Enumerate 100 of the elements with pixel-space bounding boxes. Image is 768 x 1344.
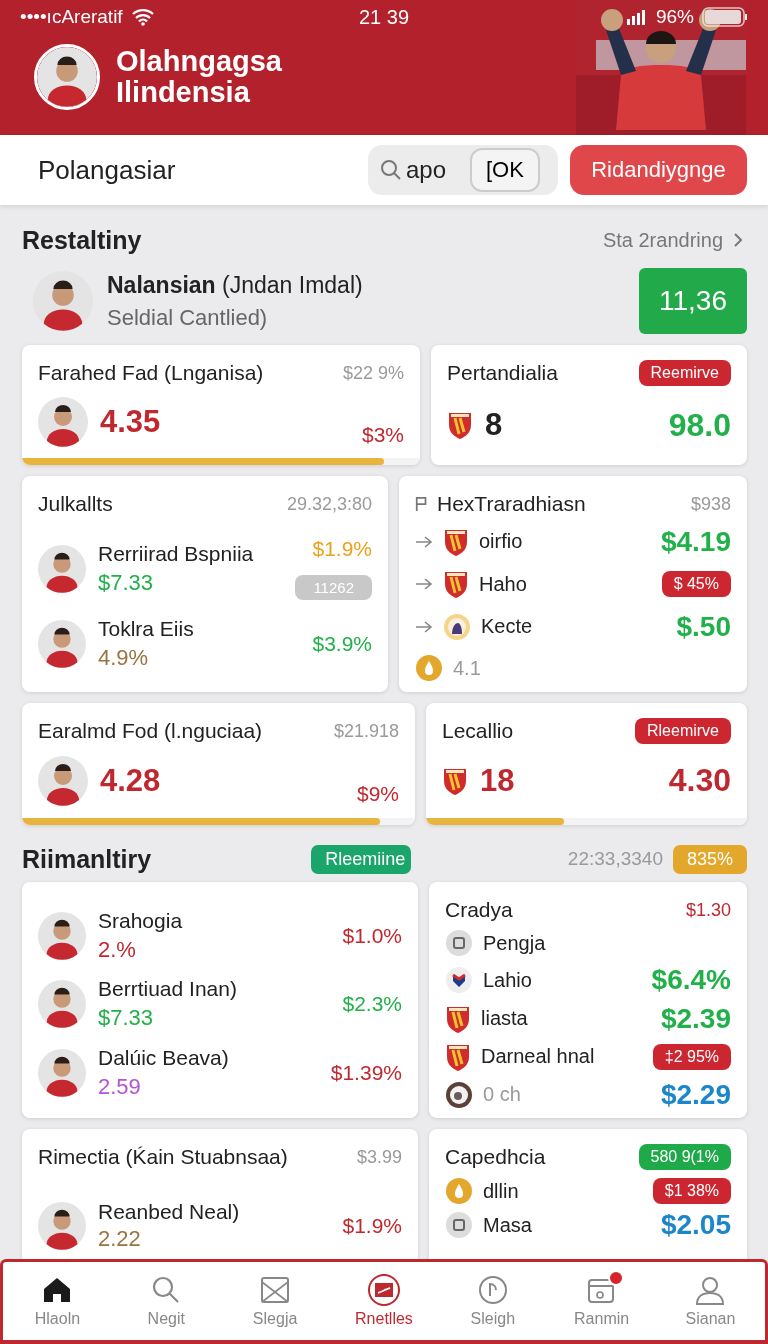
battery-percent: 96% [655,6,694,28]
status-badge: Rleemirve [635,718,731,744]
item-name: Haho [479,572,528,596]
item-value: 4.1 [453,656,482,680]
card-title: Capedhcia [445,1145,546,1169]
emblem-icon [443,612,471,641]
crest-icon [443,569,469,600]
card-meta: $22 9% [342,362,404,384]
avatar [38,911,86,960]
item-name: Lahio [483,968,533,992]
item-name: dllin [483,1179,520,1203]
change-badge: $ 45% [661,571,731,598]
change-value: $2.29 [660,1078,731,1111]
chevron-icon [733,232,743,248]
change-value: $9% [356,781,399,806]
clock-icon [476,1274,509,1306]
item-value: 2.22 [98,1226,142,1252]
coin-icon [445,1177,473,1205]
see-all-link[interactable]: Sta 2randring [602,228,743,252]
section-title: Riimanltiry [22,844,152,874]
item-name: Toklra Eiis [98,617,195,641]
item-value: 18 [480,762,516,799]
change-value: $2.3% [342,992,402,1016]
tab-item[interactable]: Sleigh [447,1274,538,1328]
tab-item[interactable]: Ranmin [556,1274,647,1328]
tab-item[interactable]: Sianan [665,1274,756,1328]
avatar [38,544,86,593]
search-icon [380,159,402,181]
arrow-icon [415,577,433,592]
coin-icon [415,654,443,683]
emblem-icon [445,1211,473,1239]
item-value: 4.35 [100,403,162,440]
card-title: Pertandialia [447,361,558,385]
avatar [38,1048,86,1097]
change-value: $2.39 [660,1003,731,1035]
card-title: Cradya [445,898,513,922]
emblem-icon [445,966,473,995]
item-value: 8 [485,407,504,443]
change-value: $.50 [676,610,731,643]
search-field[interactable]: apo [OK [368,145,558,195]
item-name: Rerriirad Bspniia [98,541,255,566]
tab-item[interactable]: Rnetlles [338,1274,429,1328]
avatar [38,620,86,668]
arrow-icon [415,619,433,634]
wifi-icon [130,8,155,26]
avatar [38,980,86,1028]
change-value: 98.0 [668,406,731,444]
card-title: Lecallio [442,719,514,743]
change-value: $6.4% [651,964,731,997]
change-value: $4.19 [660,525,731,558]
change-value: $2.05 [660,1209,731,1241]
item-name: Kecte [481,615,534,639]
avatar [38,1202,86,1250]
change-value: $1.0% [342,923,402,948]
avatar [34,44,100,110]
person-icon [694,1274,727,1306]
item-name: Masa [483,1213,533,1237]
change-value: $1.9% [312,537,372,561]
status-badge: 580 9(1% [638,1144,731,1170]
item-value: 4.28 [100,762,162,799]
change-value: $3.9% [312,632,372,656]
tab-item[interactable]: Slegja [230,1274,321,1328]
item-value: 2.% [98,936,137,963]
signal-icon [625,9,648,25]
item-name: liasta [481,1007,529,1031]
item-value: 4.9% [98,645,150,671]
toggle-button[interactable]: [OK [470,148,540,192]
change-value: 4.30 [668,762,731,799]
crest-icon [447,410,473,440]
item-value: $7.33 [98,569,155,596]
change-value: $1.9% [342,1214,402,1238]
card-meta: $938 [690,493,731,515]
item-name: oirfio [479,530,524,554]
player-subtitle: Seldial Cantlied) [107,304,269,331]
card-meta: $1.30 [685,899,731,921]
tab-item[interactable]: Hlaoln [12,1274,103,1328]
arrow-icon [415,534,433,549]
item-value: 0 ch [483,1083,522,1107]
envelope-icon [259,1274,292,1306]
tab-item[interactable]: Negit [121,1274,212,1328]
change-value: $3% [361,422,404,447]
primary-button[interactable]: Ridandiygnge [570,145,747,195]
card-meta: $3.99 [356,1146,402,1168]
item-name: Darneal hnal [481,1045,596,1069]
card-title: HexTraradhiasn [437,492,586,516]
section-title: Restaltiny [22,225,142,255]
item-name: Dalúic Beava) [98,1045,230,1070]
card-title: Rimectia (Ḱain Stuabnsaa) [38,1145,288,1169]
status-badge: Rleemiine [311,844,412,874]
status-badge: Reemirve [638,360,731,386]
carrier-name: ••••ıcAreratif [20,6,123,28]
change-badge: ‡2 95% [652,1043,731,1070]
avatar [33,271,93,331]
flag-icon [415,495,429,513]
clock-time: 21 39 [358,5,410,29]
card-meta: 29.32,3:80 [286,493,372,515]
emblem-icon [445,1080,473,1109]
item-name: Pengja [483,931,547,955]
item-value: 2.59 [98,1073,142,1100]
card-title: Farahed Fad (Lnganisa) [38,361,264,385]
